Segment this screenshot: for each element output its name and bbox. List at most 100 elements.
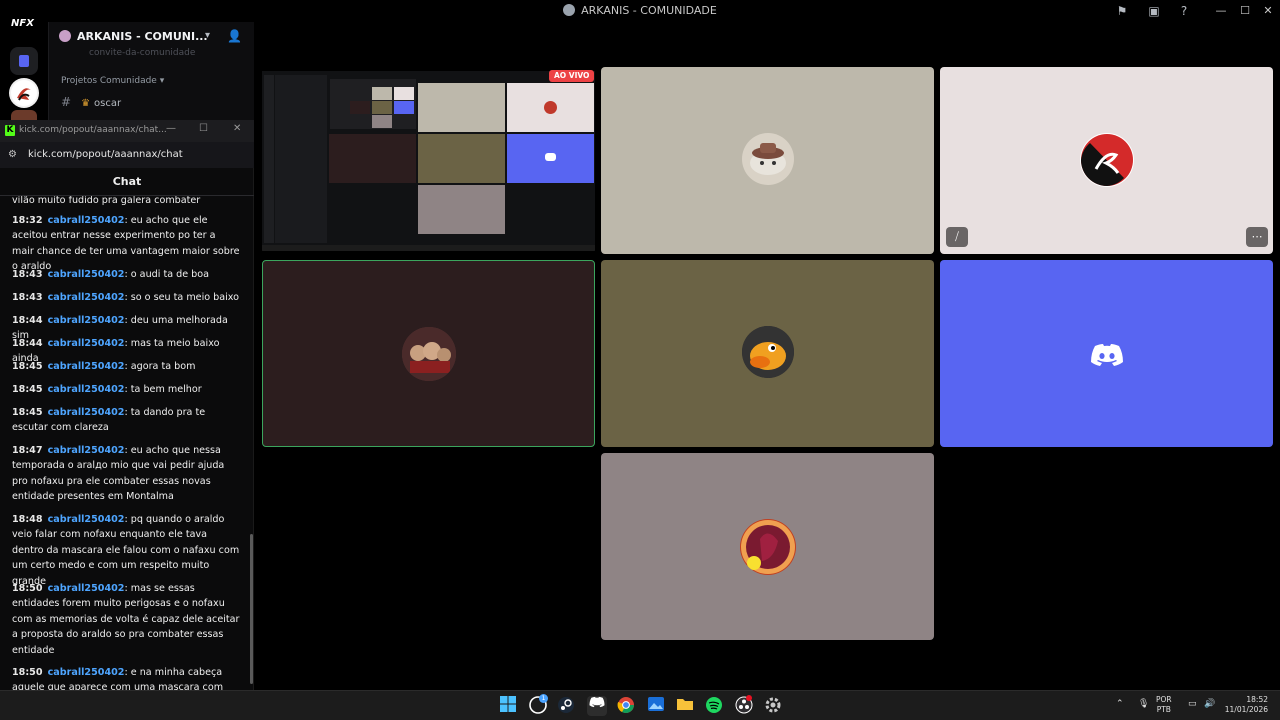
preview-tile-4 [418, 134, 505, 183]
discord-logo-icon [1091, 344, 1123, 366]
participant-tile-group[interactable] [262, 260, 595, 447]
preview-cell [350, 101, 370, 114]
server-icon-partial[interactable] [11, 110, 37, 120]
chat-message: 18:50 cabrall250402: e na minha cabeça a… [12, 667, 224, 690]
settings-app[interactable] [763, 696, 783, 716]
chat-message: 18:45 cabrall250402: agora ta bom [12, 361, 196, 372]
chat-scrollbar[interactable] [250, 534, 253, 684]
language-indicator[interactable]: POR PTB [1156, 695, 1172, 715]
chrome-icon [617, 697, 634, 714]
participant-tile-duck[interactable] [601, 260, 934, 447]
folder-icon [677, 699, 693, 710]
preview-tile-1 [418, 83, 505, 132]
participant-tile-dancers[interactable] [601, 453, 934, 640]
preview-tile-3 [329, 134, 416, 183]
avatar [742, 133, 794, 185]
file-explorer-app[interactable] [675, 696, 695, 716]
microphone-icon[interactable]: 🎙 [1138, 699, 1149, 709]
participant-tile-scorpion[interactable]: ⧸ ⋯ [940, 67, 1273, 254]
guild-name[interactable]: ARKANIS - COMUNI... [59, 30, 208, 43]
channel-label: oscar [94, 98, 122, 109]
chrome-app[interactable] [616, 696, 636, 716]
notification-badge: 1 [539, 694, 548, 703]
screen-share-tile[interactable] [262, 67, 595, 254]
chat-username[interactable]: cabrall250402 [48, 583, 125, 594]
address-bar[interactable]: ⚙ kick.com/popout/aaannax/chat [0, 142, 254, 168]
inbox-icon[interactable]: ▣ [1146, 3, 1162, 19]
invite-people-icon[interactable]: 👤 [227, 29, 242, 43]
popup-maximize-button[interactable]: ☐ [199, 123, 208, 134]
popup-title-bar: K kick.com/popout/aaannax/chat... — ☐ ✕ [0, 120, 254, 142]
guild-icon [59, 30, 71, 42]
faded-channel-item[interactable]: convite-da-comunidade [89, 48, 195, 58]
preview-tile-2 [507, 83, 594, 132]
participant-tile-hat[interactable] [601, 67, 934, 254]
chat-message: 18:43 cabrall250402: o audi ta de boa [12, 269, 210, 280]
category-projetos[interactable]: Projetos Comunidade ▾ [61, 76, 164, 86]
participant-tile-discord[interactable] [940, 260, 1273, 447]
chat-message: vilão muito fudido pra galera combater [12, 196, 201, 206]
crown-icon: ♛ [81, 98, 91, 109]
photos-icon [648, 697, 664, 711]
scorpion-logo-icon [1081, 134, 1133, 186]
avatar [402, 327, 456, 381]
direct-messages-button[interactable] [10, 47, 38, 75]
mute-mic-icon[interactable]: ⧸ [946, 227, 968, 247]
chat-username[interactable]: cabrall250402 [48, 514, 125, 525]
spotify-app[interactable] [704, 696, 724, 716]
address-url[interactable]: kick.com/popout/aaannax/chat [28, 149, 183, 160]
category-label: Projetos Comunidade [61, 76, 157, 86]
photos-app[interactable] [646, 696, 666, 716]
server-icon-scorpion[interactable] [9, 78, 39, 108]
network-icon[interactable]: ▭ [1188, 699, 1197, 709]
preview-tile-5 [507, 134, 594, 183]
server-globe-icon [563, 4, 576, 16]
system-clock[interactable]: 18:52 11/01/2026 [1222, 695, 1268, 715]
windows-icon [500, 696, 516, 712]
chat-message: 18:45 cabrall250402: ta dando pra te esc… [12, 407, 206, 434]
chat-username[interactable]: cabrall250402 [48, 269, 125, 280]
discord-taskbar-icon [589, 696, 605, 708]
chat-username[interactable]: cabrall250402 [48, 361, 125, 372]
preview-tile-6 [418, 185, 505, 234]
preview-channel-list [275, 75, 327, 243]
chat-username[interactable]: cabrall250402 [48, 315, 125, 326]
chevron-down-icon[interactable]: ▾ [205, 30, 210, 41]
maximize-button[interactable]: ☐ [1233, 2, 1257, 20]
flag-icon[interactable]: ⚑ [1114, 3, 1130, 19]
group-characters-icon [402, 327, 456, 381]
popup-minimize-button[interactable]: — [166, 123, 176, 134]
preview-cell [372, 87, 392, 100]
chat-username[interactable]: cabrall250402 [48, 292, 125, 303]
more-options-icon[interactable]: ⋯ [1246, 227, 1268, 247]
chevron-up-icon[interactable]: ⌃ [1116, 699, 1124, 709]
hat-creature-icon [750, 143, 786, 175]
channel-panel: ARKANIS - COMUNI... ▾ 👤 convite-da-comun… [48, 22, 254, 122]
help-icon[interactable]: ? [1176, 3, 1192, 19]
steam-icon [558, 697, 574, 713]
chat-username[interactable]: cabrall250402 [48, 407, 125, 418]
chat-message: 18:50 cabrall250402: mas se essas entida… [12, 583, 240, 656]
chat-username[interactable]: cabrall250402 [48, 667, 125, 678]
chat-username[interactable]: cabrall250402 [48, 338, 125, 349]
scorpion-icon [11, 80, 37, 106]
site-info-icon[interactable]: ⚙ [8, 149, 17, 160]
chat-username[interactable]: cabrall250402 [48, 215, 125, 226]
close-button[interactable]: ✕ [1256, 2, 1280, 20]
steam-app[interactable] [556, 696, 576, 716]
chat-username[interactable]: cabrall250402 [48, 384, 125, 395]
chat-messages: vilão muito fudido pra galera combater 1… [0, 196, 250, 690]
chat-username[interactable]: cabrall250402 [48, 445, 125, 456]
popup-close-button[interactable]: ✕ [233, 123, 241, 134]
kick-logo-icon: K [5, 125, 15, 136]
minimize-button[interactable]: — [1209, 2, 1233, 20]
preview-taskbar [262, 245, 595, 251]
discord-app[interactable] [587, 696, 607, 716]
hash-icon: # [61, 95, 72, 109]
channel-item-oscar[interactable]: # ♛ oscar [61, 95, 121, 109]
chat-header: Chat [0, 168, 254, 196]
start-button[interactable] [498, 696, 518, 716]
clock-date: 11/01/2026 [1224, 705, 1268, 714]
volume-icon[interactable]: 🔊 [1204, 699, 1215, 709]
recording-dot [746, 695, 752, 701]
